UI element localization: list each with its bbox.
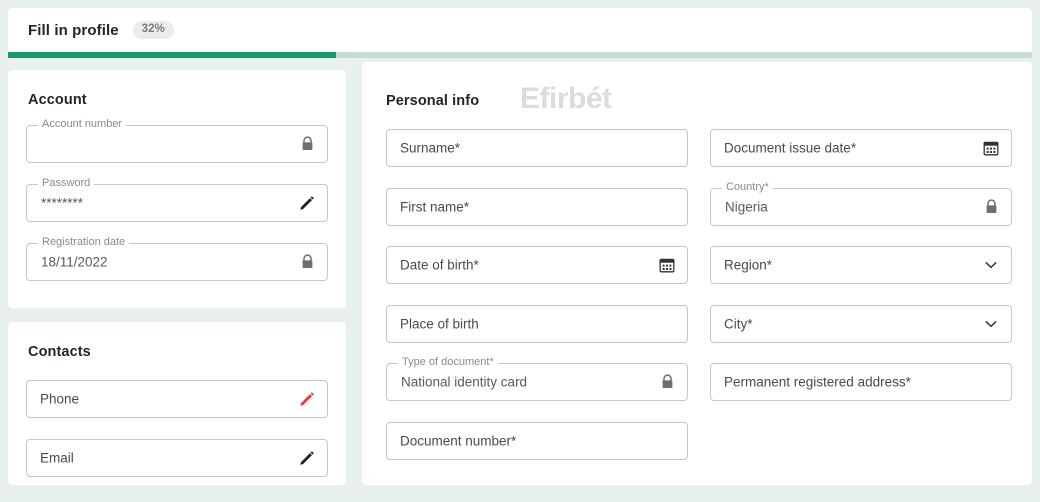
phone-field[interactable]: Phone (26, 380, 328, 418)
efirbet-watermark: Efirbét (520, 82, 612, 115)
registration-date-field[interactable]: Registration date 18/11/2022 (26, 236, 328, 281)
document-issue-date-field[interactable]: Document issue date* (710, 129, 1012, 167)
lock-icon (982, 198, 1000, 216)
phone-placeholder: Phone (40, 391, 80, 407)
region-placeholder: Region* (724, 257, 773, 273)
progress-bar-track (8, 52, 1032, 58)
pencil-icon[interactable] (298, 194, 316, 212)
document-number-placeholder: Document number* (400, 433, 517, 449)
chevron-down-icon[interactable] (982, 256, 1000, 274)
calendar-icon[interactable] (982, 139, 1000, 157)
personal-info-card: Personal info Efirbét Surname* First nam… (362, 62, 1032, 485)
lock-icon (298, 253, 316, 271)
permanent-registered-address-placeholder: Permanent registered address* (724, 374, 911, 390)
chevron-down-icon[interactable] (982, 315, 1000, 333)
password-field[interactable]: Password ******** (26, 177, 328, 222)
date-of-birth-placeholder: Date of birth* (400, 257, 479, 273)
account-number-label: Account number (38, 118, 127, 130)
email-placeholder: Email (40, 450, 74, 466)
lock-icon (658, 373, 676, 391)
progress-badge: 32% (132, 21, 174, 39)
pencil-icon[interactable] (298, 449, 316, 467)
city-placeholder: City* (724, 316, 753, 332)
account-number-field[interactable]: Account number (26, 118, 328, 163)
city-field[interactable]: City* (710, 305, 1012, 343)
place-of-birth-placeholder: Place of birth (400, 316, 479, 332)
document-issue-date-placeholder: Document issue date* (724, 140, 857, 156)
first-name-placeholder: First name* (400, 199, 470, 215)
country-label: Country* (722, 181, 773, 193)
pencil-icon[interactable] (298, 390, 316, 408)
surname-placeholder: Surname* (400, 140, 461, 156)
account-section-title: Account (28, 92, 87, 108)
registration-date-value: 18/11/2022 (41, 254, 108, 270)
type-of-document-field[interactable]: Type of document* National identity card (386, 356, 688, 401)
contacts-card: Contacts Phone Email (8, 322, 346, 485)
tab-fill-in-profile[interactable]: Fill in profile 32% (28, 8, 174, 52)
tab-bar: Fill in profile 32% (8, 8, 1032, 52)
header-card: Fill in profile 32% (8, 8, 1032, 52)
type-of-document-label: Type of document* (398, 356, 498, 368)
tab-label: Fill in profile (28, 21, 119, 39)
document-number-field[interactable]: Document number* (386, 422, 688, 460)
personal-info-section-title: Personal info (386, 93, 480, 109)
type-of-document-value: National identity card (401, 374, 528, 390)
account-card: Account Account number Password ********… (8, 70, 346, 308)
calendar-icon[interactable] (658, 256, 676, 274)
country-field[interactable]: Country* Nigeria (710, 181, 1012, 226)
password-label: Password (38, 177, 95, 189)
surname-field[interactable]: Surname* (386, 129, 688, 167)
password-value: ******** (41, 195, 84, 211)
lock-icon (298, 135, 316, 153)
registration-date-label: Registration date (38, 236, 130, 248)
progress-bar-fill (8, 52, 336, 58)
profile-form-page: Fill in profile 32% Account Account numb… (0, 0, 1040, 502)
permanent-registered-address-field[interactable]: Permanent registered address* (710, 363, 1012, 401)
first-name-field[interactable]: First name* (386, 188, 688, 226)
country-value: Nigeria (725, 199, 768, 215)
date-of-birth-field[interactable]: Date of birth* (386, 246, 688, 284)
region-field[interactable]: Region* (710, 246, 1012, 284)
place-of-birth-field[interactable]: Place of birth (386, 305, 688, 343)
email-field[interactable]: Email (26, 439, 328, 477)
contacts-section-title: Contacts (28, 344, 91, 360)
